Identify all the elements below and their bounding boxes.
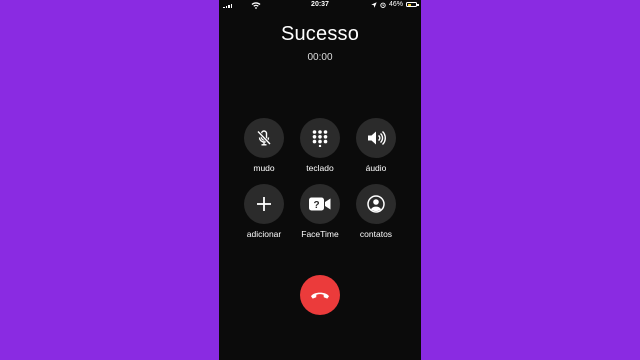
contact-icon <box>367 195 385 213</box>
call-duration: 00:00 <box>307 52 333 63</box>
mute-button-circle[interactable] <box>244 118 284 158</box>
facetime-button-circle[interactable]: ? <box>300 184 340 224</box>
battery-percent: 46% <box>388 1 403 8</box>
facetime-icon: ? <box>309 197 331 211</box>
contacts-label: contatos <box>359 229 393 239</box>
audio-label: áudio <box>365 163 387 173</box>
page-background: 20:37 46% Sucesso 00:00 mudo teclado áud… <box>0 0 640 360</box>
facetime-label: FaceTime <box>301 229 339 239</box>
battery-icon <box>406 2 419 7</box>
add-call-button-circle[interactable] <box>244 184 284 224</box>
add-call-button[interactable]: adicionar <box>234 184 294 239</box>
audio-button[interactable]: áudio <box>346 118 406 173</box>
hang-up-icon <box>311 292 329 299</box>
mute-button[interactable]: mudo <box>234 118 294 173</box>
alarm-icon <box>380 2 386 8</box>
keypad-button-circle[interactable] <box>300 118 340 158</box>
battery-fill <box>407 3 412 6</box>
status-bar: 20:37 46% <box>219 0 421 12</box>
keypad-icon <box>312 130 328 147</box>
audio-button-circle[interactable] <box>356 118 396 158</box>
speaker-icon <box>368 130 386 146</box>
contacts-button-circle[interactable] <box>356 184 396 224</box>
phone-screen: 20:37 46% Sucesso 00:00 mudo teclado áud… <box>219 0 421 360</box>
mute-label: mudo <box>253 163 275 173</box>
keypad-label: teclado <box>306 163 334 173</box>
contacts-button[interactable]: contatos <box>346 184 406 239</box>
status-right: 46% <box>371 1 419 8</box>
plus-icon <box>257 197 271 211</box>
add-call-label: adicionar <box>246 229 282 239</box>
contact-name: Sucesso <box>280 23 360 45</box>
end-call-button[interactable] <box>300 275 340 315</box>
mic-slash-icon <box>256 130 272 146</box>
location-arrow-icon <box>371 1 377 8</box>
svg-text:?: ? <box>313 200 319 211</box>
facetime-button[interactable]: ? FaceTime <box>290 184 350 239</box>
keypad-button[interactable]: teclado <box>290 118 350 173</box>
